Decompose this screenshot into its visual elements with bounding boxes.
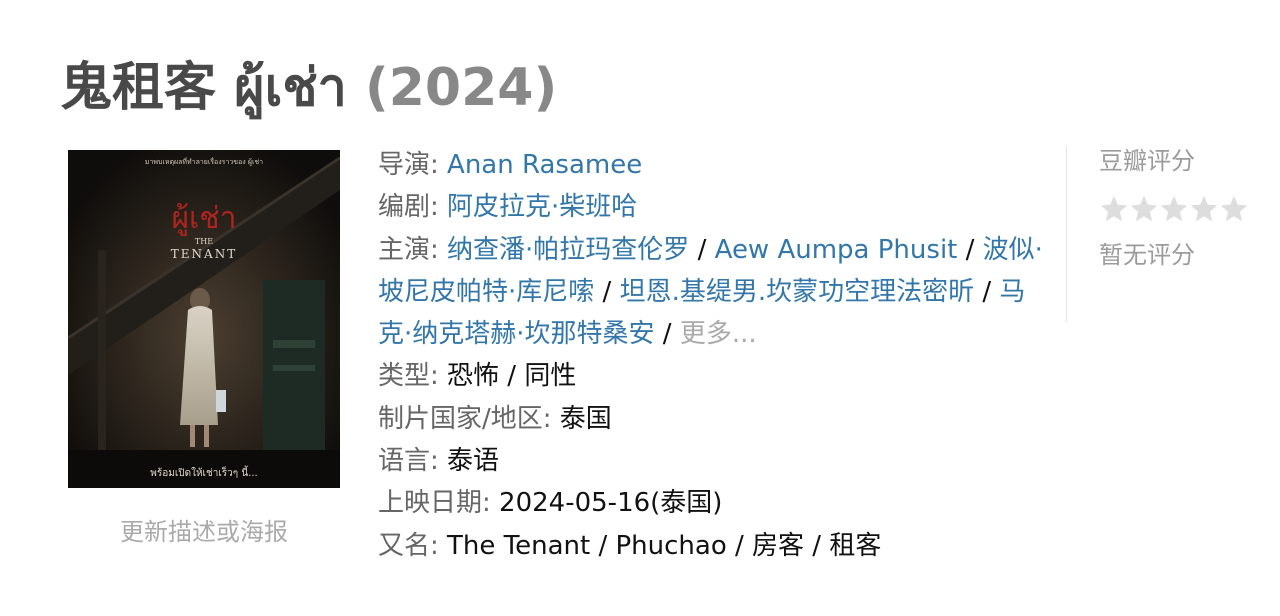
poster-title-thai: ผู้เช่า [171, 201, 236, 236]
rating-panel: 豆瓣评分 暂无评分 [1066, 146, 1266, 322]
country-value: 泰国 [559, 403, 612, 434]
country-row: 制片国家/地区: 泰国 [378, 403, 612, 434]
director-label: 导演 [378, 150, 431, 180]
cast-label: 主演 [378, 234, 431, 265]
director-link[interactable]: Anan Rasamee [447, 150, 642, 180]
aka-label: 又名 [378, 530, 431, 561]
star-icon [1130, 195, 1158, 222]
poster-title-en: TENANT [171, 247, 237, 261]
director-row: 导演: Anan Rasamee [378, 150, 643, 180]
writer-link[interactable]: 阿皮拉克·柴班哈 [447, 192, 637, 222]
poster-bottom-caption: พร้อมเปิดให้เช่าเร็วๆ นี้... [150, 465, 257, 479]
movie-poster[interactable]: มาพบเหตุผลที่ทำลายเรื่องราวของ ผู้เช่า ผ… [68, 150, 340, 488]
cast-more-link[interactable]: 更多... [680, 319, 757, 349]
star-icon [1190, 195, 1218, 222]
release-row: 上映日期: 2024-05-16(泰国) [378, 488, 723, 519]
genre-value: 恐怖 / 同性 [447, 361, 577, 392]
aka-row: 又名: The Tenant / Phuchao / 房客 / 租客 [378, 530, 882, 561]
poster-top-caption: มาพบเหตุผลที่ทำลายเรื่องราวของ ผู้เช่า [145, 157, 263, 166]
movie-info: 导演: Anan Rasamee 编剧: 阿皮拉克·柴班哈 主演: 纳查潘·帕拉… [378, 144, 1043, 567]
cast-link[interactable]: 纳查潘·帕拉玛查伦罗 [447, 235, 689, 265]
country-label: 制片国家/地区 [378, 403, 543, 434]
aka-value: The Tenant / Phuchao / 房客 / 租客 [447, 530, 882, 561]
star-icon [1220, 195, 1248, 222]
movie-name: 鬼租客 ผู้เช่า [60, 58, 347, 118]
cast-row: 主演: 纳查潘·帕拉玛查伦罗 / Aew Aumpa Phusit / 波似·坡… [378, 234, 1043, 350]
cast-link[interactable]: Aew Aumpa Phusit [715, 235, 958, 265]
poster-section: มาพบเหตุผลที่ทำลายเรื่องราวของ ผู้เช่า ผ… [68, 150, 340, 547]
release-value: 2024-05-16(泰国) [499, 488, 723, 519]
poster-title-the: THE [195, 237, 213, 246]
language-label: 语言 [378, 446, 431, 477]
genre-row: 类型: 恐怖 / 同性 [378, 361, 577, 392]
star-icon [1100, 195, 1128, 222]
writer-row: 编剧: 阿皮拉克·柴班哈 [378, 192, 638, 223]
cast-link[interactable]: 坦恩.基缇男.坎蒙功空理法密昕 [620, 277, 975, 307]
writer-label: 编剧 [378, 192, 431, 223]
star-icon [1160, 195, 1188, 222]
rating-stars [1099, 194, 1266, 228]
rating-title: 豆瓣评分 [1099, 147, 1195, 175]
language-row: 语言: 泰语 [378, 446, 500, 477]
language-value: 泰语 [447, 446, 500, 477]
update-poster-link[interactable]: 更新描述或海报 [68, 512, 340, 547]
release-label: 上映日期 [378, 488, 483, 519]
genre-label: 类型 [378, 361, 431, 392]
page-title: 鬼租客 ผู้เช่า (2024) [60, 52, 557, 124]
no-rating-text: 暂无评分 [1099, 241, 1195, 269]
movie-year: (2024) [364, 58, 558, 118]
